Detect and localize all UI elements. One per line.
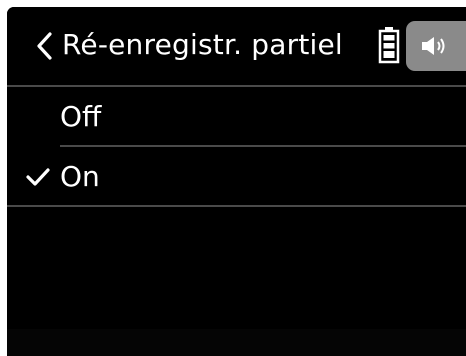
page-title: Ré-enregistr. partiel — [62, 28, 343, 61]
header-bar: Ré-enregistr. partiel — [7, 7, 466, 85]
option-label: On — [60, 160, 100, 193]
option-label: Off — [60, 100, 102, 133]
chevron-left-icon — [37, 32, 52, 60]
battery-icon — [378, 25, 400, 65]
option-divider — [7, 205, 466, 207]
device-screen: Ré-enregistr. partiel Off On — [7, 7, 466, 356]
back-button[interactable] — [29, 29, 59, 63]
checkmark-icon — [26, 168, 50, 186]
option-on[interactable]: On — [7, 147, 466, 207]
speaker-icon — [422, 37, 445, 55]
option-off[interactable]: Off — [7, 87, 466, 147]
speaker-button[interactable] — [406, 21, 466, 71]
footer-bar — [7, 329, 466, 356]
